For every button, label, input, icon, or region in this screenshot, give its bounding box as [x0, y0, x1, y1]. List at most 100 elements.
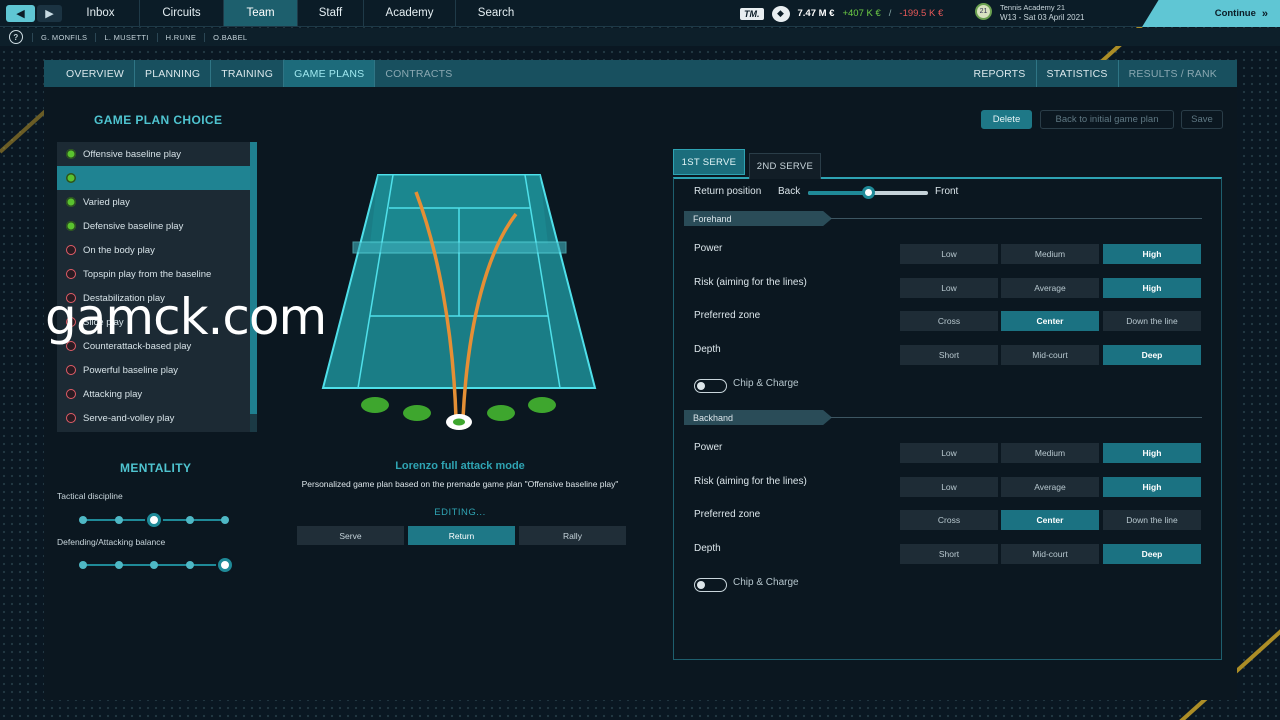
backhand-option-button[interactable]: Average: [1001, 476, 1099, 497]
slider-step[interactable]: [147, 513, 161, 527]
court-net: [352, 241, 567, 254]
tab-second-serve[interactable]: 2ND SERVE: [749, 153, 821, 179]
player-tab[interactable]: O.BABEL: [204, 32, 255, 42]
forehand-option-button[interactable]: Medium: [1001, 244, 1099, 264]
subnav-overview[interactable]: OVERVIEW: [44, 60, 136, 87]
backhand-option-button[interactable]: Center: [1001, 510, 1099, 530]
subnav-game-plans[interactable]: GAME PLANS: [284, 60, 376, 87]
backhand-option-button[interactable]: Cross: [900, 510, 998, 530]
mode-serve-button[interactable]: Serve: [297, 526, 404, 545]
forehand-option-button[interactable]: High: [1103, 277, 1201, 298]
backhand-option-button[interactable]: Medium: [1001, 443, 1099, 463]
slider-step[interactable]: [218, 558, 232, 572]
backhand-option-button[interactable]: Down the line: [1103, 510, 1201, 530]
plan-item[interactable]: On the body play: [57, 238, 250, 262]
plan-item-label: Offensive baseline play: [83, 148, 182, 160]
save-button[interactable]: Save: [1181, 110, 1223, 129]
plan-item[interactable]: Attacking play: [57, 382, 250, 406]
nav-tab-academy[interactable]: Academy: [364, 0, 456, 26]
slider-step[interactable]: [79, 516, 87, 524]
plan-item[interactable]: Varied play: [57, 190, 250, 214]
plan-item-label: On the body play: [83, 244, 155, 256]
plan-description: Personalized game plan based on the prem…: [301, 479, 619, 489]
tab-first-serve[interactable]: 1ST SERVE: [673, 149, 745, 175]
player-tab[interactable]: H.RUNE: [156, 32, 205, 42]
return-position-fill: [808, 191, 869, 195]
forehand-option-button[interactable]: Center: [1001, 311, 1099, 331]
slider-step[interactable]: [79, 561, 87, 569]
backhand-header: Backhand: [684, 410, 832, 425]
slider-step[interactable]: [185, 561, 194, 569]
nav-tab-staff[interactable]: Staff: [298, 0, 364, 26]
club-logo-icon: 21: [975, 3, 992, 20]
backhand-option-button[interactable]: High: [1103, 476, 1201, 497]
mode-return-button[interactable]: Return: [408, 526, 515, 545]
plan-item[interactable]: Offensive baseline play: [57, 142, 250, 166]
slider-step[interactable]: [114, 516, 123, 524]
slider-step[interactable]: [150, 561, 158, 569]
player-tab[interactable]: L. MUSETTI: [95, 32, 156, 42]
forehand-option-button[interactable]: Deep: [1103, 344, 1201, 365]
return-position-knob[interactable]: [862, 186, 875, 199]
chip-and-charge-toggle[interactable]: [694, 578, 727, 592]
backhand-option-button[interactable]: Low: [900, 476, 998, 497]
forward-arrow-icon[interactable]: ▶: [36, 4, 62, 22]
nav-tab-team[interactable]: Team: [224, 0, 298, 26]
plan-item[interactable]: Topspin play from the baseline: [57, 262, 250, 286]
forehand-option-button[interactable]: Average: [1001, 277, 1099, 298]
forehand-option-button[interactable]: Low: [900, 244, 998, 264]
locked-status-icon: [66, 245, 76, 255]
plan-item-label: Varied play: [83, 196, 130, 208]
back-arrow-icon[interactable]: ◀: [6, 4, 35, 22]
backhand-option-button[interactable]: Mid-court: [1001, 543, 1099, 564]
continue-button[interactable]: Continue »: [1142, 0, 1280, 27]
subnav-statistics[interactable]: STATISTICS: [1037, 60, 1119, 87]
nav-tab-circuits[interactable]: Circuits: [140, 0, 224, 26]
nav-tab-search[interactable]: Search: [456, 0, 536, 26]
slider-step[interactable]: [221, 516, 229, 524]
return-position-slider[interactable]: [808, 186, 928, 199]
mode-rally-button[interactable]: Rally: [519, 526, 626, 545]
return-position-min-label: Back: [778, 186, 801, 197]
forehand-option-button[interactable]: Down the line: [1103, 311, 1201, 331]
back-to-initial-button[interactable]: Back to initial game plan: [1040, 110, 1174, 129]
double-chevron-right-icon: »: [1261, 7, 1268, 20]
backhand-option-button[interactable]: Deep: [1103, 543, 1201, 564]
plan-list-scrollbar[interactable]: [250, 142, 257, 432]
player-tab[interactable]: G. MONFILS: [32, 32, 95, 42]
subnav-contracts[interactable]: CONTRACTS: [375, 60, 462, 87]
subnav-planning[interactable]: PLANNING: [135, 60, 212, 87]
chip-and-charge-toggle[interactable]: [694, 379, 727, 393]
target-zone: [361, 397, 389, 413]
plan-item[interactable]: [57, 166, 250, 190]
team-subnav: OVERVIEW PLANNING TRAINING GAME PLANS CO…: [44, 60, 1237, 87]
available-status-icon: [66, 149, 76, 159]
nav-tab-inbox[interactable]: Inbox: [62, 0, 140, 26]
plan-item[interactable]: Serve-and-volley play: [57, 406, 250, 430]
subnav-results-rank[interactable]: RESULTS / RANK: [1119, 60, 1237, 87]
forehand-option-button[interactable]: Cross: [900, 311, 998, 331]
forehand-option-button[interactable]: Mid-court: [1001, 344, 1099, 365]
slider-step[interactable]: [114, 561, 123, 569]
forehand-option-button[interactable]: Low: [900, 277, 998, 298]
finance-summary: TM. ◆ 7.47 M € +407 K € / -199.5 K €: [740, 0, 943, 27]
mentality-title: MENTALITY: [120, 461, 192, 475]
watermark: gamck.com: [45, 288, 327, 346]
plan-item[interactable]: Defensive baseline play: [57, 214, 250, 238]
history-arrows: ◀ ▶: [0, 0, 62, 26]
scrollbar-thumb[interactable]: [250, 142, 257, 414]
target-zone: [403, 405, 431, 421]
subnav-training[interactable]: TRAINING: [211, 60, 285, 87]
help-icon[interactable]: ?: [9, 30, 23, 44]
forehand-option-button[interactable]: High: [1103, 244, 1201, 264]
backhand-option-button[interactable]: Short: [900, 543, 998, 564]
available-status-icon: [66, 197, 76, 207]
slider-step[interactable]: [185, 516, 194, 524]
plan-item[interactable]: Powerful baseline play: [57, 358, 250, 382]
backhand-option-button[interactable]: Low: [900, 443, 998, 463]
forehand-option-button[interactable]: Short: [900, 344, 998, 365]
section-divider: [830, 218, 1202, 219]
delete-button[interactable]: Delete: [981, 110, 1032, 129]
subnav-reports[interactable]: REPORTS: [964, 60, 1037, 87]
backhand-option-button[interactable]: High: [1103, 443, 1201, 463]
